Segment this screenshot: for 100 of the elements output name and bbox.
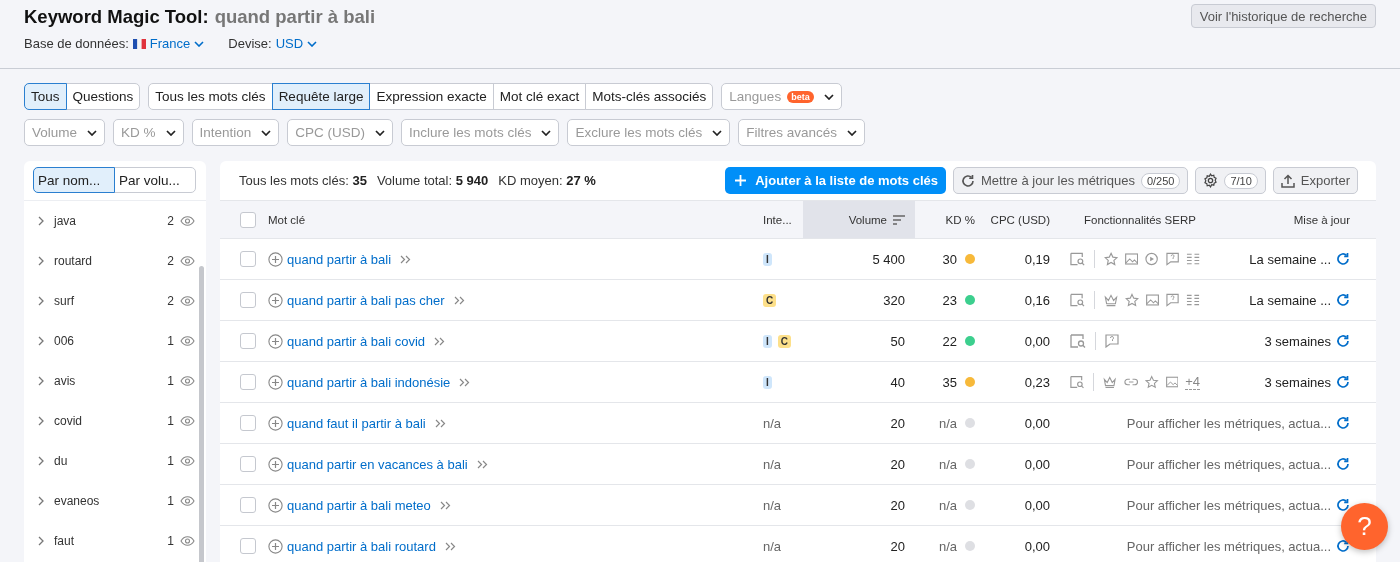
double-chevron-icon[interactable] xyxy=(453,295,465,305)
refresh-icon[interactable] xyxy=(1336,334,1350,348)
double-chevron-icon[interactable] xyxy=(476,459,488,469)
list-icon[interactable] xyxy=(1185,252,1200,266)
column-header[interactable]: Volume xyxy=(803,201,915,238)
double-chevron-icon[interactable] xyxy=(444,541,456,551)
add-circle-icon[interactable] xyxy=(268,497,283,513)
keyword-link[interactable]: quand faut il partir à bali xyxy=(287,415,426,431)
question-bubble-icon[interactable] xyxy=(1105,334,1119,348)
group-item[interactable]: routard 2 xyxy=(24,241,199,281)
search-page-icon[interactable] xyxy=(1070,252,1086,266)
eye-icon[interactable] xyxy=(180,296,195,306)
group-item[interactable]: 006 1 xyxy=(24,321,199,361)
row-checkbox[interactable] xyxy=(240,333,256,349)
more-features-link[interactable]: +4 xyxy=(1185,374,1200,390)
column-header[interactable]: CPC (USD) xyxy=(990,213,1050,226)
search-page-icon[interactable] xyxy=(1070,293,1085,307)
group-item[interactable]: faut 1 xyxy=(24,521,199,561)
row-checkbox[interactable] xyxy=(240,292,256,308)
eye-icon[interactable] xyxy=(180,336,195,346)
double-chevron-icon[interactable] xyxy=(459,377,471,387)
eye-icon[interactable] xyxy=(180,256,195,266)
eye-icon[interactable] xyxy=(180,416,195,426)
add-circle-icon[interactable] xyxy=(268,374,283,390)
play-icon[interactable] xyxy=(1145,252,1159,266)
refresh-icon[interactable] xyxy=(1336,375,1350,389)
row-checkbox[interactable] xyxy=(240,497,256,513)
double-chevron-icon[interactable] xyxy=(400,254,412,264)
eye-icon[interactable] xyxy=(180,496,195,506)
column-header[interactable]: Mot clé xyxy=(268,213,306,226)
group-item[interactable]: java 2 xyxy=(24,201,199,241)
search-page-icon[interactable] xyxy=(1070,375,1085,389)
match-tab[interactable]: Mots-clés associés xyxy=(585,83,714,110)
crown-icon[interactable] xyxy=(1103,375,1117,389)
question-bubble-icon[interactable] xyxy=(1165,252,1179,266)
match-tab[interactable]: Mot clé exact xyxy=(492,83,587,110)
refresh-icon[interactable] xyxy=(1336,498,1350,512)
settings-button[interactable]: 7/10 xyxy=(1195,167,1266,194)
list-icon[interactable] xyxy=(1186,293,1200,307)
refresh-icon[interactable] xyxy=(1336,416,1350,430)
image-icon[interactable] xyxy=(1145,294,1159,306)
image-icon[interactable] xyxy=(1165,376,1179,388)
add-circle-icon[interactable] xyxy=(268,292,283,308)
match-tab[interactable]: Requête large xyxy=(271,83,371,110)
group-item[interactable]: covid 1 xyxy=(24,401,199,441)
currency-dropdown[interactable]: USD xyxy=(275,36,318,51)
row-checkbox[interactable] xyxy=(240,415,256,431)
eye-icon[interactable] xyxy=(180,456,195,466)
star-icon[interactable] xyxy=(1145,375,1159,389)
keyword-link[interactable]: quand partir à bali pas cher xyxy=(287,292,445,308)
row-checkbox[interactable] xyxy=(240,374,256,390)
group-sort-tab[interactable]: Par volu... xyxy=(114,167,196,193)
star-icon[interactable] xyxy=(1104,252,1119,266)
refresh-icon[interactable] xyxy=(1336,539,1350,553)
refresh-icon[interactable] xyxy=(1336,457,1350,471)
keyword-link[interactable]: quand partir à bali meteo xyxy=(287,497,431,513)
column-header[interactable]: KD % xyxy=(945,213,975,226)
mode-tab[interactable]: Questions xyxy=(65,83,141,110)
match-tab[interactable]: Tous les mots clés xyxy=(148,83,273,110)
row-checkbox[interactable] xyxy=(240,456,256,472)
crown-icon[interactable] xyxy=(1103,293,1118,307)
add-circle-icon[interactable] xyxy=(268,333,283,349)
match-tab[interactable]: Expression exacte xyxy=(369,83,494,110)
column-header[interactable]: Fonctionnalités SERP xyxy=(1084,213,1196,226)
column-header[interactable]: Inte... xyxy=(763,213,792,226)
double-chevron-icon[interactable] xyxy=(434,418,446,428)
update-metrics-button[interactable]: Mettre à jour les métriques 0/250 xyxy=(953,167,1189,194)
image-icon[interactable] xyxy=(1125,253,1139,265)
keyword-link[interactable]: quand partir en vacances à bali xyxy=(287,456,468,472)
add-circle-icon[interactable] xyxy=(268,456,283,472)
scrollbar-thumb[interactable] xyxy=(199,266,204,562)
refresh-icon[interactable] xyxy=(1336,252,1350,266)
refresh-icon[interactable] xyxy=(1336,293,1350,307)
column-header[interactable]: Mise à jour xyxy=(1293,213,1350,226)
history-button[interactable]: Voir l'historique de recherche xyxy=(1190,4,1376,28)
group-item[interactable]: surf 2 xyxy=(24,281,199,321)
keyword-link[interactable]: quand partir à bali routard xyxy=(287,538,436,554)
star-icon[interactable] xyxy=(1124,293,1139,307)
mode-tab[interactable]: Tous xyxy=(24,83,67,110)
double-chevron-icon[interactable] xyxy=(439,500,451,510)
question-bubble-icon[interactable] xyxy=(1165,293,1179,307)
link-icon[interactable] xyxy=(1123,377,1139,387)
add-circle-icon[interactable] xyxy=(268,251,283,267)
database-dropdown[interactable]: France xyxy=(132,36,205,51)
group-item[interactable]: evaneos 1 xyxy=(24,481,199,521)
row-checkbox[interactable] xyxy=(240,251,256,267)
select-all-checkbox[interactable] xyxy=(240,211,256,228)
search-page-icon[interactable] xyxy=(1070,334,1086,348)
group-item[interactable]: avis 1 xyxy=(24,361,199,401)
keyword-link[interactable]: quand partir à bali xyxy=(287,251,392,267)
eye-icon[interactable] xyxy=(180,376,195,386)
double-chevron-icon[interactable] xyxy=(434,336,446,346)
eye-icon[interactable] xyxy=(180,216,195,226)
add-circle-icon[interactable] xyxy=(268,538,283,554)
eye-icon[interactable] xyxy=(180,536,195,546)
group-sort-tab[interactable]: Par nom... xyxy=(33,167,115,193)
add-circle-icon[interactable] xyxy=(268,415,283,431)
group-item[interactable]: du 1 xyxy=(24,441,199,481)
row-checkbox[interactable] xyxy=(240,538,256,554)
keyword-link[interactable]: quand partir à bali indonésie xyxy=(287,374,451,390)
